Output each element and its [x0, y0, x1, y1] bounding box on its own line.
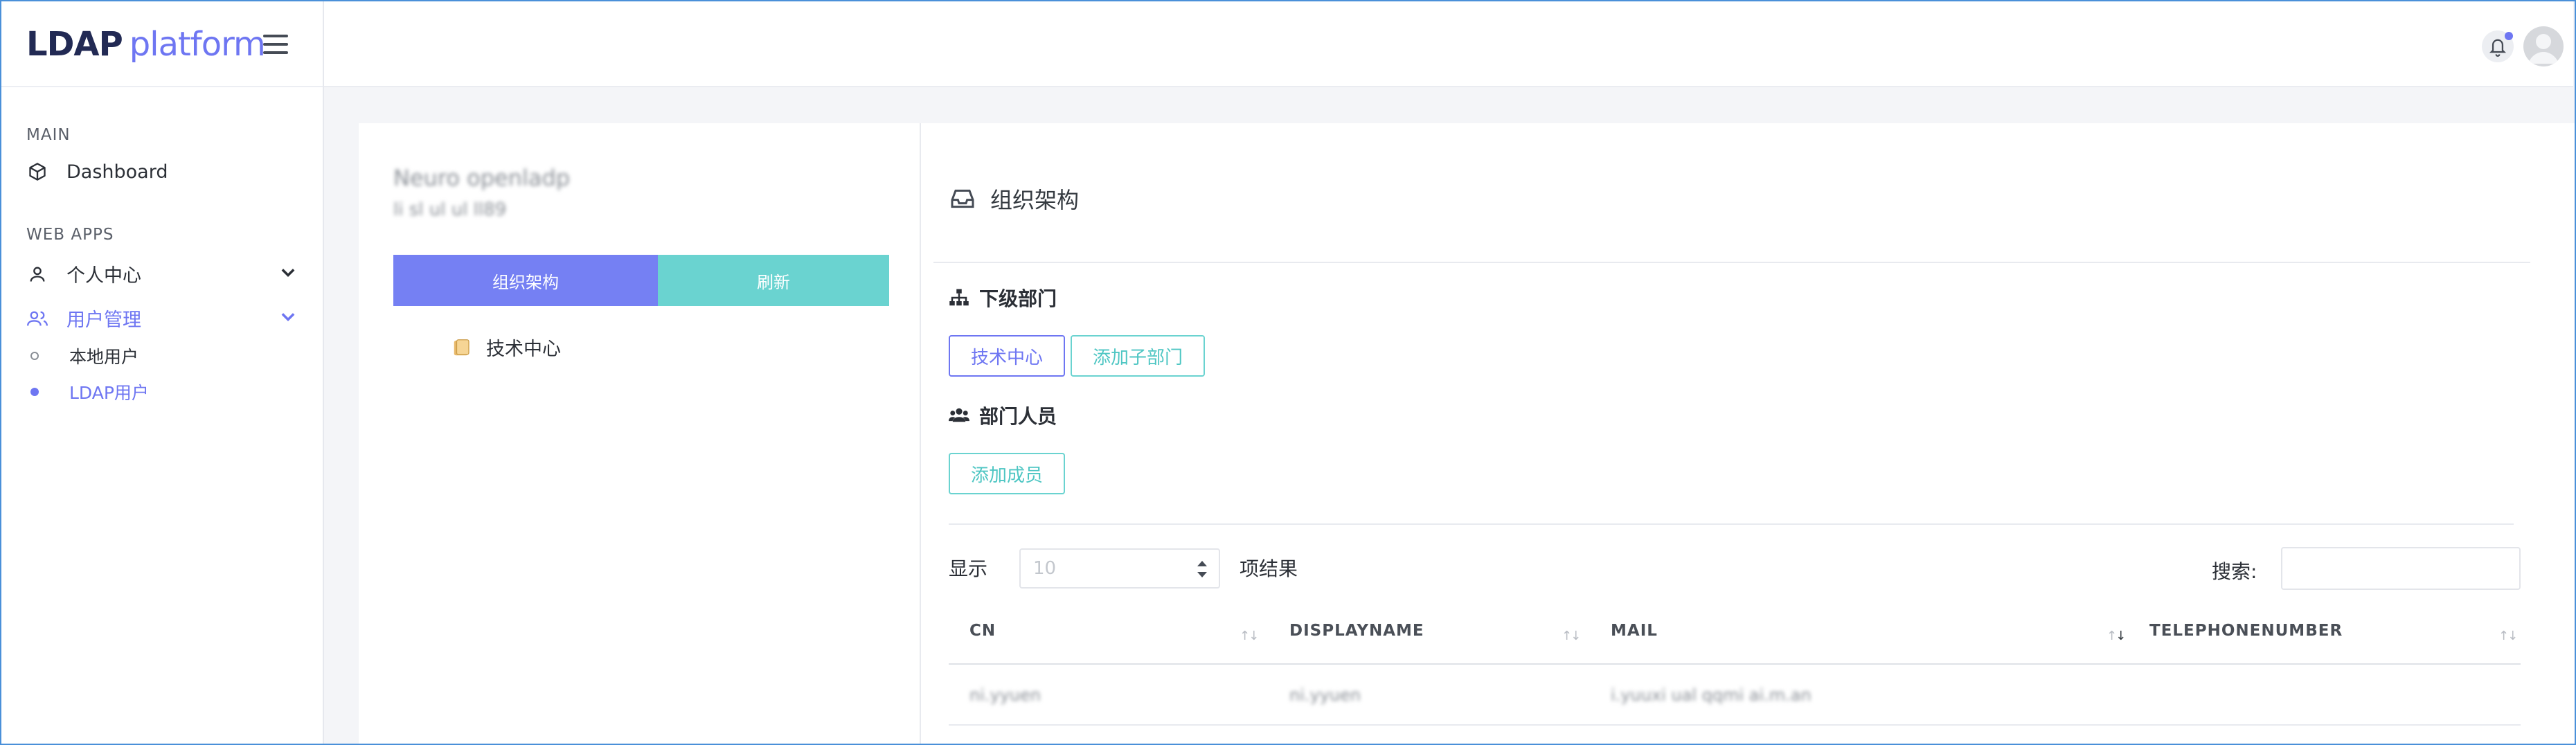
tree-node-tech-center[interactable]: 技术中心: [451, 334, 561, 361]
select-arrows-icon: [1197, 561, 1207, 577]
sidebar-subitem-label: LDAP用户: [69, 383, 149, 403]
sidebar-item-label: 个人中心: [66, 265, 141, 287]
avatar[interactable]: [2523, 26, 2564, 66]
sitemap-icon: [949, 289, 969, 306]
column-header-cn[interactable]: CN: [969, 622, 996, 640]
ou-name: Neuro openladp: [393, 165, 570, 191]
notification-dot: [2505, 32, 2513, 40]
sidebar-subitem-local-users[interactable]: 本地用户: [30, 343, 138, 368]
sort-icon[interactable]: ↑↓: [2498, 629, 2518, 643]
table-row[interactable]: ni.yyuen ni.yyuen i.yuuxi ual qqmi ai.m.…: [949, 665, 2521, 726]
add-sub-dept-button[interactable]: 添加子部门: [1071, 335, 1206, 377]
sidebar-divider: [0, 86, 323, 87]
search-input[interactable]: [2281, 547, 2521, 590]
dept-tech-center-button[interactable]: 技术中心: [949, 335, 1066, 377]
sidebar-item-user-management[interactable]: 用户管理: [26, 305, 296, 332]
org-detail-panel: 组织架构 下级部门 技术中心 添加子部门 部门人员 添加成员 显示 10 项结果…: [921, 123, 2575, 745]
brand-bold-text: LDAP: [26, 25, 123, 64]
cell-displayname: ni.yyuen: [1289, 685, 1361, 705]
ou-subtitle-text: li sl ul ul ll89: [393, 199, 507, 220]
brand-logo[interactable]: LDAP platform: [26, 25, 266, 64]
show-label: 显示: [949, 557, 988, 580]
hamburger-menu-icon[interactable]: [263, 35, 288, 55]
page-size-select[interactable]: 10: [1019, 548, 1220, 589]
chevron-down-icon: [281, 269, 295, 277]
sidebar: LDAP platform MAIN Dashboard WEB APPS 个人中…: [0, 0, 324, 745]
sidebar-subitem-label: 本地用户: [69, 347, 139, 367]
add-member-button[interactable]: 添加成员: [949, 453, 1066, 494]
sidebar-item-label: 用户管理: [66, 309, 141, 331]
notification-bell-icon[interactable]: [2482, 30, 2514, 62]
cell-cn: ni.yyuen: [969, 685, 1041, 705]
content-card: Neuro openladp li sl ul ul ll89 组织架构 刷新 …: [359, 123, 2575, 745]
section-title-web-apps: WEB APPS: [26, 226, 114, 244]
divider: [949, 523, 2514, 525]
members-title: 部门人员: [979, 405, 1057, 428]
sort-desc-icon[interactable]: ↑↓: [2107, 629, 2126, 643]
users-group-icon: [949, 408, 969, 422]
sidebar-item-label: Dashboard: [66, 161, 168, 183]
users-icon: [26, 307, 48, 330]
sidebar-item-personal-center[interactable]: 个人中心: [26, 260, 296, 287]
circle-filled-icon: [30, 388, 39, 396]
inbox-icon: [951, 189, 974, 208]
chevron-down-icon: [281, 313, 295, 321]
refresh-button[interactable]: 刷新: [658, 255, 889, 306]
divider: [933, 262, 2530, 263]
panel-title: 组织架构: [949, 183, 1079, 215]
ou-name-text: Neuro openladp: [393, 165, 571, 191]
panel-title-text: 组织架构: [990, 187, 1080, 213]
cell-mail: i.yuuxi ual qqmi ai.m.an: [1611, 685, 1812, 705]
topbar: [324, 0, 2573, 87]
circle-outline-icon: [30, 352, 39, 360]
page-size-value: 10: [1033, 558, 1057, 579]
org-tree-panel: Neuro openladp li sl ul ul ll89 组织架构 刷新 …: [359, 123, 921, 745]
section-title-main: MAIN: [26, 126, 71, 144]
ou-subtitle: li sl ul ul ll89: [393, 199, 506, 220]
org-structure-button[interactable]: 组织架构: [393, 255, 658, 306]
brand-light-text: platform: [129, 25, 266, 64]
members-heading: 部门人员: [949, 402, 1057, 429]
folder-icon: [454, 339, 469, 355]
sidebar-subitem-ldap-users[interactable]: LDAP用户: [30, 379, 149, 404]
tree-node-label: 技术中心: [486, 339, 561, 360]
sub-dept-heading: 下级部门: [949, 284, 1057, 312]
column-header-telephonenumber[interactable]: TELEPHONENUMBER: [2149, 622, 2343, 640]
sidebar-item-dashboard[interactable]: Dashboard: [26, 161, 168, 183]
user-icon: [26, 263, 48, 285]
sub-dept-title: 下级部门: [979, 287, 1057, 310]
sort-icon[interactable]: ↑↓: [1240, 629, 1259, 643]
table-header: CN ↑↓ DISPLAYNAME ↑↓ MAIL ↑↓ TELEPHONENU…: [949, 605, 2521, 665]
cube-icon: [26, 161, 48, 183]
search-label: 搜索:: [2212, 560, 2257, 583]
column-header-displayname[interactable]: DISPLAYNAME: [1289, 622, 1424, 640]
column-header-mail[interactable]: MAIL: [1611, 622, 1658, 640]
results-label: 项结果: [1240, 557, 1298, 580]
sort-icon[interactable]: ↑↓: [1562, 629, 1581, 643]
